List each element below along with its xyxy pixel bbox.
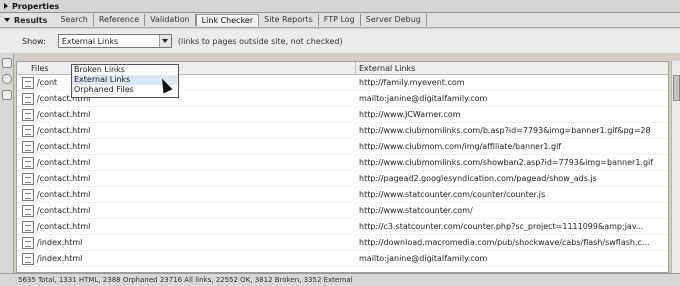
table-row[interactable]: /contact.html http://www.clubmomlinks.com… bbox=[17, 155, 668, 171]
file-name: /cont bbox=[37, 78, 58, 87]
external-link-cell[interactable]: http://www.clubmomlinks.com/showban2.asp… bbox=[356, 158, 668, 167]
vertical-scrollbar[interactable] bbox=[671, 61, 680, 273]
file-name: /contact.html bbox=[37, 126, 91, 135]
file-cell[interactable]: /contact.html bbox=[17, 172, 356, 185]
table-row[interactable]: /contact.html http://pagead2.googlesyndic… bbox=[17, 171, 668, 187]
html-file-icon bbox=[22, 140, 34, 153]
stop-icon[interactable] bbox=[2, 74, 12, 84]
external-link-cell[interactable]: http://c3.statcounter.com/counter.php?sc… bbox=[356, 222, 668, 231]
file-name: /contact.html bbox=[37, 222, 91, 231]
html-file-icon bbox=[22, 124, 34, 137]
table-row[interactable]: /contact.html http://www.JCWarner.com bbox=[17, 107, 668, 123]
file-cell[interactable]: /contact.html bbox=[17, 156, 356, 169]
show-select[interactable]: External Links bbox=[57, 34, 172, 48]
html-file-icon bbox=[22, 252, 34, 265]
table-row[interactable]: /index.html http://download.macromedia.co… bbox=[17, 235, 668, 251]
show-note: (links to pages outside site, not checke… bbox=[177, 36, 343, 46]
expand-arrow-icon[interactable] bbox=[4, 3, 8, 9]
html-file-icon bbox=[22, 220, 34, 233]
properties-label: Properties bbox=[12, 1, 60, 11]
html-file-icon bbox=[22, 76, 34, 89]
file-name: /index.html bbox=[37, 254, 83, 263]
table-row[interactable]: /contact.html http://www.statcounter.com/ bbox=[17, 203, 668, 219]
external-link-cell[interactable]: http://pagead2.googlesyndication.com/pag… bbox=[356, 174, 668, 183]
file-name: /contact.html bbox=[37, 158, 91, 167]
tab-site-reports[interactable]: Site Reports bbox=[259, 14, 319, 26]
file-cell[interactable]: /contact.html bbox=[17, 204, 356, 217]
file-cell[interactable]: /index.html bbox=[17, 236, 356, 249]
left-tool-strip bbox=[0, 53, 14, 273]
table-row[interactable]: /contact.html http://www.clubmomlinks.com… bbox=[17, 123, 668, 139]
file-cell[interactable]: /contact.html bbox=[17, 124, 356, 137]
run-check-icon[interactable] bbox=[2, 58, 12, 68]
dropdown-option-broken-links[interactable]: Broken Links bbox=[72, 65, 178, 75]
file-name: /contact.html bbox=[37, 142, 91, 151]
scrollbar-thumb[interactable] bbox=[673, 75, 680, 101]
external-link-cell[interactable]: http://www.clubmomlinks.com/b.asp?id=779… bbox=[356, 126, 668, 135]
file-name: /contact.html bbox=[37, 174, 91, 183]
tab-reference[interactable]: Reference bbox=[94, 14, 146, 26]
external-link-cell[interactable]: http://www.statcounter.com/counter/count… bbox=[356, 190, 668, 199]
show-select-value: External Links bbox=[61, 36, 119, 46]
tab-server-debug[interactable]: Server Debug bbox=[361, 14, 427, 26]
file-cell[interactable]: /contact.html bbox=[17, 92, 356, 105]
html-file-icon bbox=[22, 236, 34, 249]
file-name: /contact.html bbox=[37, 206, 91, 215]
table-row[interactable]: /contact.html http://c3.statcounter.com/c… bbox=[17, 219, 668, 235]
external-link-cell[interactable]: http://download.macromedia.com/pub/shock… bbox=[356, 238, 668, 247]
html-file-icon bbox=[22, 108, 34, 121]
file-cell[interactable]: /contact.html bbox=[17, 108, 356, 121]
table-body: /cont http://family.myevent.com/contact.h… bbox=[17, 75, 668, 267]
file-name: /contact.html bbox=[37, 190, 91, 199]
file-cell[interactable]: /contact.html bbox=[17, 140, 356, 153]
file-cell[interactable]: /contact.html bbox=[17, 220, 356, 233]
file-cell[interactable]: /contact.html bbox=[17, 188, 356, 201]
chevron-down-icon[interactable] bbox=[158, 35, 171, 47]
file-cell[interactable]: /index.html bbox=[17, 252, 356, 265]
external-link-cell[interactable]: http://www.JCWarner.com bbox=[356, 110, 668, 119]
external-link-cell[interactable]: mailto:janine@digitalfamily.com bbox=[356, 254, 668, 263]
external-link-cell[interactable]: mailto:janine@digitalfamily.com bbox=[356, 94, 668, 103]
results-panel-tabs: Results Search Reference Validation Link… bbox=[0, 13, 680, 28]
tab-link-checker[interactable]: Link Checker bbox=[195, 14, 260, 26]
external-link-cell[interactable]: http://www.statcounter.com/ bbox=[356, 206, 668, 215]
tab-ftp-log[interactable]: FTP Log bbox=[319, 14, 361, 26]
column-header-files[interactable]: Files bbox=[17, 62, 356, 74]
external-link-cell[interactable]: http://www.clubmom.com/img/affiliate/ban… bbox=[356, 142, 668, 151]
tab-search[interactable]: Search bbox=[55, 14, 94, 26]
status-bar: 5635 Total, 1331 HTML, 2388 Orphaned 237… bbox=[0, 273, 680, 286]
save-report-icon[interactable] bbox=[2, 90, 12, 100]
results-label: Results bbox=[14, 15, 48, 25]
table-row[interactable]: /contact.html http://www.clubmom.com/img/… bbox=[17, 139, 668, 155]
properties-panel-header[interactable]: Properties bbox=[0, 0, 680, 13]
collapse-arrow-icon[interactable] bbox=[4, 18, 10, 22]
external-link-cell[interactable]: http://family.myevent.com bbox=[356, 78, 668, 87]
html-file-icon bbox=[22, 156, 34, 169]
html-file-icon bbox=[22, 204, 34, 217]
html-file-icon bbox=[22, 172, 34, 185]
column-header-external-links[interactable]: External Links bbox=[356, 62, 415, 75]
file-cell[interactable]: /cont bbox=[17, 76, 356, 89]
html-file-icon bbox=[22, 92, 34, 105]
html-file-icon bbox=[22, 188, 34, 201]
show-label: Show: bbox=[22, 36, 46, 46]
show-filter-row: Show: External Links (links to pages out… bbox=[0, 29, 680, 53]
file-name: /contact.html bbox=[37, 110, 91, 119]
table-row[interactable]: /contact.html http://www.statcounter.com/… bbox=[17, 187, 668, 203]
table-row[interactable]: /index.html mailto:janine@digitalfamily.c… bbox=[17, 251, 668, 267]
tab-validation[interactable]: Validation bbox=[145, 14, 196, 26]
file-name: /index.html bbox=[37, 238, 83, 247]
